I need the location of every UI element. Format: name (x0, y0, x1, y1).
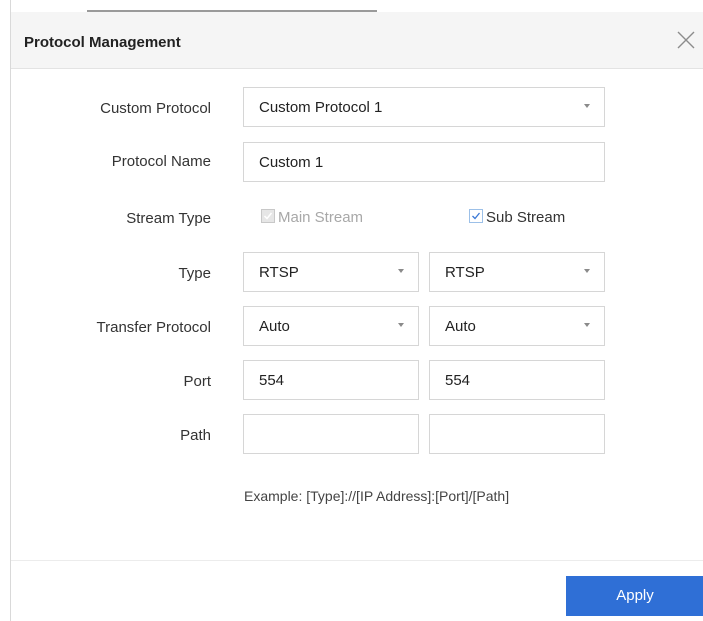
main-port-value: 554 (259, 372, 285, 389)
path-label: Path (180, 427, 211, 444)
dialog-title: Protocol Management (24, 34, 181, 51)
chevron-down-icon (584, 269, 590, 273)
chevron-down-icon (398, 323, 404, 327)
main-path-input[interactable] (243, 414, 419, 454)
path-example-hint: Example: [Type]://[IP Address]:[Port]/[P… (244, 488, 510, 504)
custom-protocol-label: Custom Protocol (100, 100, 211, 117)
main-stream-checkbox: Main Stream (261, 209, 363, 226)
sub-transfer-protocol-value: Auto (445, 318, 476, 335)
sub-stream-label: Sub Stream (486, 209, 566, 226)
custom-protocol-value: Custom Protocol 1 (259, 99, 383, 116)
close-icon[interactable] (674, 28, 698, 52)
apply-button[interactable]: Apply (566, 576, 703, 616)
sub-type-value: RTSP (445, 264, 485, 281)
footer-divider (11, 560, 703, 561)
port-label: Port (183, 373, 211, 390)
dialog-header: Protocol Management (11, 12, 703, 69)
main-port-input[interactable]: 554 (243, 360, 419, 400)
checkbox-checked-icon (261, 209, 275, 223)
main-transfer-protocol-value: Auto (259, 318, 290, 335)
main-transfer-protocol-select[interactable]: Auto (243, 306, 419, 346)
protocol-name-input[interactable]: Custom 1 (243, 142, 605, 182)
custom-protocol-select[interactable]: Custom Protocol 1 (243, 87, 605, 127)
chevron-down-icon (584, 323, 590, 327)
protocol-name-value: Custom 1 (259, 154, 324, 171)
protocol-management-dialog: Protocol Management Custom Protocol Cust… (10, 0, 703, 621)
main-type-value: RTSP (259, 264, 299, 281)
checkbox-checked-icon (469, 209, 483, 223)
type-label: Type (178, 265, 211, 282)
sub-port-value: 554 (445, 372, 471, 389)
sub-stream-checkbox[interactable]: Sub Stream (469, 209, 565, 226)
sub-path-input[interactable] (429, 414, 605, 454)
chevron-down-icon (398, 269, 404, 273)
sub-port-input[interactable]: 554 (429, 360, 605, 400)
transfer-protocol-label: Transfer Protocol (96, 319, 212, 336)
stream-type-label: Stream Type (126, 210, 211, 227)
protocol-name-label: Protocol Name (111, 153, 211, 170)
main-type-select[interactable]: RTSP (243, 252, 419, 292)
main-stream-label: Main Stream (278, 209, 364, 226)
chevron-down-icon (584, 104, 590, 108)
sub-transfer-protocol-select[interactable]: Auto (429, 306, 605, 346)
sub-type-select[interactable]: RTSP (429, 252, 605, 292)
